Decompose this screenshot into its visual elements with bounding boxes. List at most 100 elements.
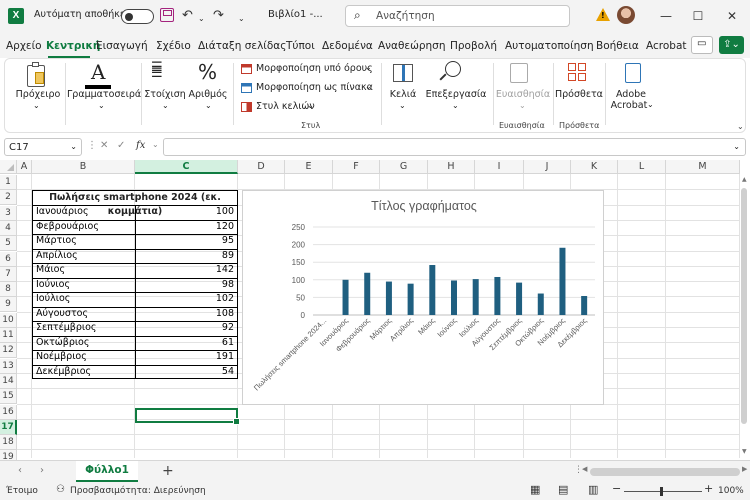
row-header[interactable]: 13 — [0, 358, 17, 374]
enter-icon[interactable]: ✓ — [117, 140, 125, 151]
scroll-down-icon[interactable]: ▼ — [742, 448, 747, 455]
column-header[interactable]: I — [475, 160, 524, 174]
adobe-acrobat-icon[interactable] — [625, 63, 641, 83]
conditional-formatting-button[interactable]: Μορφοποίηση υπό όρους — [256, 63, 373, 74]
cancel-icon[interactable]: ✕ — [100, 140, 108, 151]
row-header[interactable]: 8 — [0, 282, 17, 298]
zoom-level[interactable]: 100% — [718, 486, 744, 496]
close-icon[interactable]: ✕ — [722, 8, 742, 24]
month-cell[interactable]: Απρίλιος — [33, 249, 134, 263]
save-icon[interactable] — [160, 8, 174, 22]
normal-view-icon[interactable]: ▦ — [530, 483, 540, 496]
column-header[interactable]: F — [333, 160, 380, 174]
month-cell[interactable]: Αύγουστος — [33, 307, 134, 321]
editing-button[interactable]: Επεξεργασία — [423, 89, 489, 100]
customize-toolbar-icon[interactable]: ⌄ — [238, 11, 245, 27]
column-header[interactable]: C — [135, 160, 238, 174]
row-header[interactable]: 5 — [0, 236, 17, 252]
row-header[interactable]: 18 — [0, 435, 17, 451]
value-cell[interactable]: 191 — [136, 350, 237, 364]
cells-chevron-icon[interactable]: ⌄ — [399, 101, 406, 110]
alignment-icon[interactable]: ☰ ☰ — [151, 61, 163, 80]
chart-bar[interactable] — [472, 279, 479, 315]
column-header[interactable]: M — [666, 160, 740, 174]
chart-bar[interactable] — [451, 280, 457, 315]
horizontal-scroll-thumb[interactable] — [590, 468, 740, 476]
chart-bar[interactable] — [537, 293, 544, 315]
chart-bar[interactable] — [342, 279, 349, 315]
tab-automate[interactable]: Αυτοματοποίηση — [505, 40, 594, 52]
cells-button[interactable]: Κελιά — [385, 89, 421, 100]
tab-help[interactable]: Βοήθεια — [596, 40, 639, 52]
column-header[interactable]: G — [380, 160, 428, 174]
sensitivity-chevron-icon[interactable]: ⌄ — [519, 101, 526, 110]
row-header[interactable]: 16 — [0, 404, 17, 420]
tab-review[interactable]: Αναθεώρηση — [378, 40, 446, 52]
tab-data[interactable]: Δεδομένα — [322, 40, 373, 52]
zoom-slider-thumb[interactable] — [660, 487, 663, 496]
next-sheet-icon[interactable]: › — [40, 465, 44, 476]
tab-formulas[interactable]: Τύποι — [286, 40, 315, 52]
adobe-acrobat-chevron-icon[interactable]: ⌄ — [647, 100, 654, 109]
number-chevron-icon[interactable]: ⌄ — [205, 101, 212, 110]
value-cell[interactable]: 92 — [136, 321, 237, 335]
month-cell[interactable]: Ιούλιος — [33, 292, 134, 306]
search-box[interactable]: ⌕ Αναζήτηση — [345, 5, 570, 27]
row-header[interactable]: 6 — [0, 251, 17, 267]
formula-input[interactable]: ⌄ — [163, 138, 746, 156]
row-header[interactable]: 7 — [0, 266, 17, 282]
clipboard-icon[interactable] — [27, 62, 45, 87]
tab-home[interactable]: Κεντρική — [46, 40, 100, 52]
adobe-acrobat-button-line1[interactable]: Adobe — [611, 89, 651, 100]
column-header[interactable]: L — [618, 160, 666, 174]
font-button[interactable]: Γραμματοσειρά — [67, 89, 141, 100]
value-cell[interactable]: 120 — [136, 220, 237, 234]
maximize-icon[interactable]: ☐ — [688, 8, 708, 24]
page-layout-view-icon[interactable]: ▤ — [558, 483, 568, 496]
column-header[interactable]: A — [17, 160, 32, 174]
month-cell[interactable]: Μάρτιος — [33, 234, 134, 248]
value-cell[interactable]: 100 — [136, 205, 237, 219]
chart-bar[interactable] — [494, 276, 501, 315]
minimize-icon[interactable]: — — [656, 8, 676, 24]
month-cell[interactable]: Ιανουάριος — [33, 205, 134, 219]
row-header[interactable]: 9 — [0, 297, 17, 313]
select-all-corner[interactable] — [0, 160, 17, 174]
column-header[interactable]: B — [32, 160, 135, 174]
column-header[interactable]: H — [428, 160, 475, 174]
clipboard-chevron-icon[interactable]: ⌄ — [33, 101, 40, 110]
row-header[interactable]: 2 — [0, 190, 17, 206]
font-chevron-icon[interactable]: ⌄ — [98, 101, 105, 110]
tab-view[interactable]: Προβολή — [450, 40, 497, 52]
insert-function-icon[interactable]: fx — [136, 140, 145, 151]
selected-cell-c17[interactable] — [135, 408, 240, 425]
column-header[interactable]: K — [571, 160, 618, 174]
autosave-toggle[interactable] — [121, 9, 154, 24]
value-cell[interactable]: 54 — [136, 365, 237, 379]
fx-chevron-icon[interactable]: ⌄ — [152, 140, 159, 149]
row-header[interactable]: 11 — [0, 328, 17, 343]
sheet-tab-1[interactable]: Φύλλο1 — [76, 461, 138, 482]
month-cell[interactable]: Μάιος — [33, 263, 134, 277]
table-header-cell[interactable]: Πωλήσεις smartphone 2024 (εκ. κομμάτια) — [33, 191, 237, 217]
value-cell[interactable]: 102 — [136, 292, 237, 306]
chart-bar[interactable] — [516, 282, 523, 315]
chart-bar[interactable] — [407, 283, 414, 315]
add-sheet-icon[interactable]: + — [162, 463, 174, 479]
column-header[interactable]: E — [285, 160, 333, 174]
scroll-right-icon[interactable]: ▶ — [742, 465, 747, 473]
row-header[interactable]: 3 — [0, 205, 17, 221]
addins-button[interactable]: Πρόσθετα — [555, 89, 603, 100]
font-icon[interactable]: A — [91, 61, 105, 83]
clipboard-button[interactable]: Πρόχειρο — [13, 89, 63, 100]
column-header[interactable]: D — [238, 160, 285, 174]
format-as-table-button[interactable]: Μορφοποίηση ως πίνακα — [256, 82, 373, 93]
scroll-up-icon[interactable]: ▲ — [742, 176, 747, 183]
zoom-out-icon[interactable]: − — [612, 482, 621, 495]
value-cell[interactable]: 61 — [136, 336, 237, 350]
undo-dropdown-icon[interactable]: ⌄ — [198, 11, 205, 27]
conditional-formatting-chevron-icon[interactable]: ⌄ — [365, 63, 372, 72]
month-cell[interactable]: Δεκέμβριος — [33, 365, 134, 379]
collapse-ribbon-icon[interactable]: ⌄ — [737, 122, 744, 131]
expand-formula-icon[interactable]: ⌄ — [733, 142, 740, 151]
